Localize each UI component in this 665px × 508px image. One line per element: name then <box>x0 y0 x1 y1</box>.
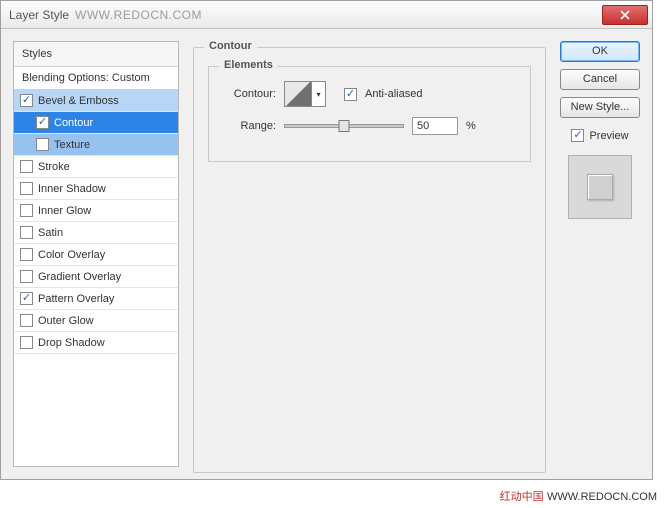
effect-label: Gradient Overlay <box>38 271 121 283</box>
effect-label: Drop Shadow <box>38 337 105 349</box>
effect-checkbox[interactable] <box>20 94 33 107</box>
effect-checkbox[interactable] <box>20 336 33 349</box>
preview-thumbnail <box>568 155 632 219</box>
contour-row: Contour: ▾ Anti-aliased <box>221 81 518 107</box>
close-button[interactable] <box>602 5 648 25</box>
preview-row: Preview <box>560 129 640 142</box>
effect-checkbox[interactable] <box>36 116 49 129</box>
preview-checkbox[interactable] <box>571 129 584 142</box>
footer-watermark: 红动中国 WWW.REDOCN.COM <box>500 488 657 504</box>
footer-url: WWW.REDOCN.COM <box>547 491 657 503</box>
slider-thumb[interactable] <box>339 120 350 132</box>
effect-label: Texture <box>54 139 90 151</box>
effect-row-inner-glow[interactable]: Inner Glow <box>14 200 178 222</box>
effect-checkbox[interactable] <box>20 314 33 327</box>
elements-title: Elements <box>219 59 278 71</box>
preview-inner <box>587 174 613 200</box>
effect-label: Stroke <box>38 161 70 173</box>
effect-label: Pattern Overlay <box>38 293 114 305</box>
effect-row-inner-shadow[interactable]: Inner Shadow <box>14 178 178 200</box>
layer-style-dialog: Layer Style WWW.REDOCN.COM Styles Blendi… <box>0 0 653 480</box>
right-column: OK Cancel New Style... Preview <box>560 41 640 467</box>
effect-row-bevel-emboss[interactable]: Bevel & Emboss <box>14 90 178 112</box>
effect-row-texture[interactable]: Texture <box>14 134 178 156</box>
range-input[interactable] <box>412 117 458 135</box>
effect-label: Inner Glow <box>38 205 91 217</box>
anti-aliased-label: Anti-aliased <box>365 88 422 100</box>
contour-label: Contour: <box>221 88 276 100</box>
effect-row-pattern-overlay[interactable]: Pattern Overlay <box>14 288 178 310</box>
contour-picker[interactable]: ▾ <box>284 81 326 107</box>
styles-panel: Styles Blending Options: Custom Bevel & … <box>13 41 179 467</box>
contour-swatch <box>285 82 311 106</box>
effect-row-color-overlay[interactable]: Color Overlay <box>14 244 178 266</box>
contour-group: Contour Elements Contour: ▾ Anti-aliased… <box>193 47 546 473</box>
close-icon <box>620 10 630 20</box>
effect-checkbox[interactable] <box>20 182 33 195</box>
effect-checkbox[interactable] <box>20 204 33 217</box>
cancel-button[interactable]: Cancel <box>560 69 640 90</box>
effect-row-gradient-overlay[interactable]: Gradient Overlay <box>14 266 178 288</box>
effect-row-stroke[interactable]: Stroke <box>14 156 178 178</box>
effect-label: Inner Shadow <box>38 183 106 195</box>
effect-row-satin[interactable]: Satin <box>14 222 178 244</box>
anti-aliased-checkbox[interactable] <box>344 88 357 101</box>
styles-header[interactable]: Styles <box>14 42 178 67</box>
effect-label: Contour <box>54 117 93 129</box>
effect-label: Color Overlay <box>38 249 105 261</box>
preview-label: Preview <box>589 130 628 142</box>
range-slider[interactable] <box>284 124 404 128</box>
watermark-top: WWW.REDOCN.COM <box>75 8 202 22</box>
chevron-down-icon: ▾ <box>311 82 325 106</box>
effect-row-outer-glow[interactable]: Outer Glow <box>14 310 178 332</box>
effect-checkbox[interactable] <box>20 160 33 173</box>
effect-row-drop-shadow[interactable]: Drop Shadow <box>14 332 178 354</box>
effect-label: Satin <box>38 227 63 239</box>
group-title: Contour <box>204 40 257 52</box>
main-panel: Contour Elements Contour: ▾ Anti-aliased… <box>193 41 546 467</box>
footer-red: 红动中国 <box>500 491 544 503</box>
effect-checkbox[interactable] <box>20 226 33 239</box>
titlebar: Layer Style WWW.REDOCN.COM <box>1 1 652 29</box>
elements-group: Elements Contour: ▾ Anti-aliased Range: <box>208 66 531 162</box>
range-label: Range: <box>221 120 276 132</box>
effect-checkbox[interactable] <box>36 138 49 151</box>
new-style-button[interactable]: New Style... <box>560 97 640 118</box>
effect-label: Outer Glow <box>38 315 94 327</box>
effect-checkbox[interactable] <box>20 270 33 283</box>
ok-button[interactable]: OK <box>560 41 640 62</box>
blending-options-row[interactable]: Blending Options: Custom <box>14 67 178 90</box>
range-unit: % <box>466 120 476 132</box>
effect-row-contour[interactable]: Contour <box>14 112 178 134</box>
range-row: Range: % <box>221 117 518 135</box>
effect-checkbox[interactable] <box>20 248 33 261</box>
dialog-body: Styles Blending Options: Custom Bevel & … <box>13 41 640 467</box>
effect-label: Bevel & Emboss <box>38 95 119 107</box>
dialog-title: Layer Style <box>9 8 69 22</box>
effect-checkbox[interactable] <box>20 292 33 305</box>
